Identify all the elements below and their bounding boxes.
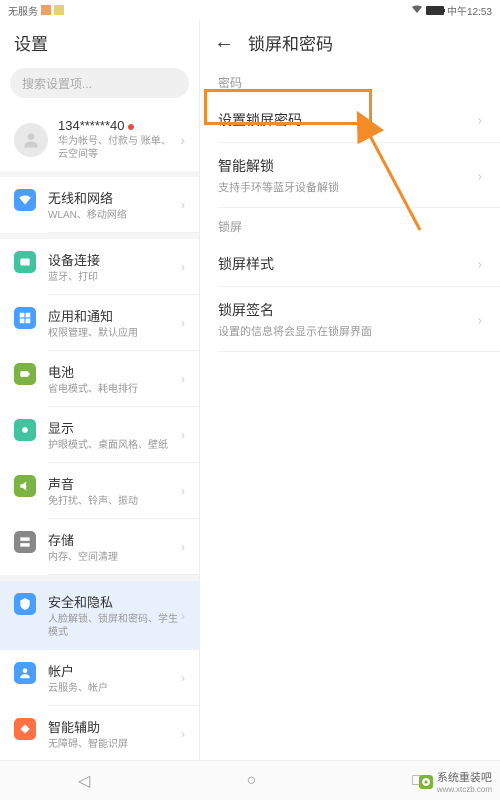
sidebar-item-sub: 省电模式、耗电排行 bbox=[48, 383, 185, 396]
chevron-right-icon: › bbox=[478, 312, 482, 327]
item-title: 设置锁屏密码 bbox=[218, 110, 482, 130]
avatar bbox=[14, 123, 48, 157]
sidebar-item-sound[interactable]: 声音 免打扰、铃声、振动 › bbox=[0, 463, 199, 519]
chevron-right-icon: › bbox=[181, 316, 185, 330]
sidebar-item-app[interactable]: 应用和通知 权限管理、默认应用 › bbox=[0, 295, 199, 351]
sidebar-item-label: 显示 bbox=[48, 418, 185, 437]
sidebar-item-device[interactable]: 设备连接 蓝牙、打印 › bbox=[0, 239, 199, 295]
sidebar-item-sub: 护眼模式、桌面风格、壁纸 bbox=[48, 439, 185, 452]
section-header: 密码 bbox=[200, 64, 500, 97]
sidebar-item-label: 应用和通知 bbox=[48, 306, 185, 325]
chevron-right-icon: › bbox=[181, 428, 185, 442]
chevron-right-icon: › bbox=[478, 168, 482, 183]
chevron-right-icon: › bbox=[181, 540, 185, 554]
sidebar-item-sub: WLAN、移动网络 bbox=[48, 209, 185, 222]
time-label: 中午12:53 bbox=[447, 3, 492, 18]
item-title: 锁屏样式 bbox=[218, 254, 482, 274]
account-icon bbox=[14, 662, 36, 684]
chevron-right-icon: › bbox=[181, 727, 185, 741]
sidebar-item-sub: 云服务、帐户 bbox=[48, 682, 185, 695]
status-icon-1 bbox=[41, 5, 51, 15]
no-service-label: 无服务 bbox=[8, 3, 38, 18]
sidebar-item-account[interactable]: 帐户 云服务、帐户 › bbox=[0, 650, 199, 706]
sidebar-item-label: 安全和隐私 bbox=[48, 592, 185, 611]
accessibility-icon bbox=[14, 718, 36, 740]
sidebar-item-display[interactable]: 显示 护眼模式、桌面风格、壁纸 › bbox=[0, 407, 199, 463]
search-placeholder: 搜索设置项... bbox=[22, 75, 92, 92]
account-phone: 134******40 bbox=[58, 118, 125, 133]
sidebar-item-sub: 无障碍、智能识屏 bbox=[48, 738, 185, 751]
sidebar-item-accessibility[interactable]: 智能辅助 无障碍、智能识屏 › bbox=[0, 706, 199, 762]
sidebar-item-security[interactable]: 安全和隐私 人脸解锁、锁屏和密码、学生模式 › bbox=[0, 581, 199, 650]
section-header: 锁屏 bbox=[200, 208, 500, 241]
sidebar-item-label: 设备连接 bbox=[48, 250, 185, 269]
sidebar-item-sub: 人脸解锁、锁屏和密码、学生模式 bbox=[48, 613, 185, 639]
sidebar-item-sub: 内存、空间清理 bbox=[48, 551, 185, 564]
nav-home[interactable]: ○ bbox=[246, 772, 256, 790]
chevron-right-icon: › bbox=[181, 484, 185, 498]
chevron-right-icon: › bbox=[478, 257, 482, 272]
status-icon-2 bbox=[54, 5, 64, 15]
account-row[interactable]: 134******40 华为帐号、付款与 账单、云空间等 › bbox=[0, 108, 199, 177]
search-input[interactable]: 搜索设置项... bbox=[10, 68, 189, 98]
settings-item[interactable]: 锁屏样式 › bbox=[200, 241, 500, 287]
watermark-url: www.xtczb.com bbox=[437, 785, 492, 794]
sidebar-item-wifi[interactable]: 无线和网络 WLAN、移动网络 › bbox=[0, 177, 199, 233]
display-icon bbox=[14, 419, 36, 441]
watermark-icon bbox=[419, 775, 433, 789]
item-sub: 设置的信息将会显示在锁屏界面 bbox=[218, 323, 482, 339]
sidebar-item-label: 帐户 bbox=[48, 661, 185, 680]
security-icon bbox=[14, 593, 36, 615]
sidebar-item-label: 电池 bbox=[48, 362, 185, 381]
settings-title: 设置 bbox=[0, 20, 199, 64]
sound-icon bbox=[14, 475, 36, 497]
status-left: 无服务 bbox=[8, 3, 64, 18]
sidebar-item-label: 存储 bbox=[48, 530, 185, 549]
watermark-text: 系统重装吧 bbox=[437, 769, 492, 785]
red-dot-icon bbox=[128, 124, 134, 130]
app-icon bbox=[14, 307, 36, 329]
item-title: 锁屏签名 bbox=[218, 300, 482, 320]
sidebar-item-battery[interactable]: 电池 省电模式、耗电排行 › bbox=[0, 351, 199, 407]
chevron-right-icon: › bbox=[181, 372, 185, 386]
right-title: 锁屏和密码 bbox=[248, 30, 333, 55]
sidebar-item-label: 无线和网络 bbox=[48, 188, 185, 207]
chevron-right-icon: › bbox=[181, 260, 185, 274]
device-icon bbox=[14, 251, 36, 273]
settings-item[interactable]: 锁屏签名 设置的信息将会显示在锁屏界面 › bbox=[200, 287, 500, 352]
sidebar-item-label: 声音 bbox=[48, 474, 185, 493]
wifi-icon bbox=[411, 4, 423, 17]
settings-item[interactable]: 设置锁屏密码 › bbox=[200, 97, 500, 143]
settings-item[interactable]: 智能解锁 支持手环等蓝牙设备解锁 › bbox=[200, 143, 500, 208]
back-button[interactable]: ← bbox=[214, 31, 234, 54]
battery-icon bbox=[14, 363, 36, 385]
chevron-right-icon: › bbox=[181, 198, 185, 212]
sidebar-item-storage[interactable]: 存储 内存、空间清理 › bbox=[0, 519, 199, 575]
wifi-icon bbox=[14, 189, 36, 211]
watermark: 系统重装吧 www.xtczb.com bbox=[419, 769, 492, 794]
status-right: 中午12:53 bbox=[411, 3, 492, 18]
sidebar-item-sub: 蓝牙、打印 bbox=[48, 271, 185, 284]
battery-icon bbox=[426, 6, 444, 15]
chevron-right-icon: › bbox=[181, 609, 185, 623]
nav-back[interactable]: ◁ bbox=[78, 771, 90, 791]
chevron-right-icon: › bbox=[478, 113, 482, 128]
chevron-right-icon: › bbox=[181, 671, 185, 685]
item-sub: 支持手环等蓝牙设备解锁 bbox=[218, 179, 482, 195]
sidebar-item-label: 智能辅助 bbox=[48, 717, 185, 736]
storage-icon bbox=[14, 531, 36, 553]
sidebar-item-sub: 权限管理、默认应用 bbox=[48, 327, 185, 340]
sidebar-item-sub: 免打扰、铃声、振动 bbox=[48, 495, 185, 508]
chevron-right-icon: › bbox=[180, 132, 185, 148]
item-title: 智能解锁 bbox=[218, 156, 482, 176]
account-sub: 华为帐号、付款与 账单、云空间等 bbox=[58, 135, 180, 161]
